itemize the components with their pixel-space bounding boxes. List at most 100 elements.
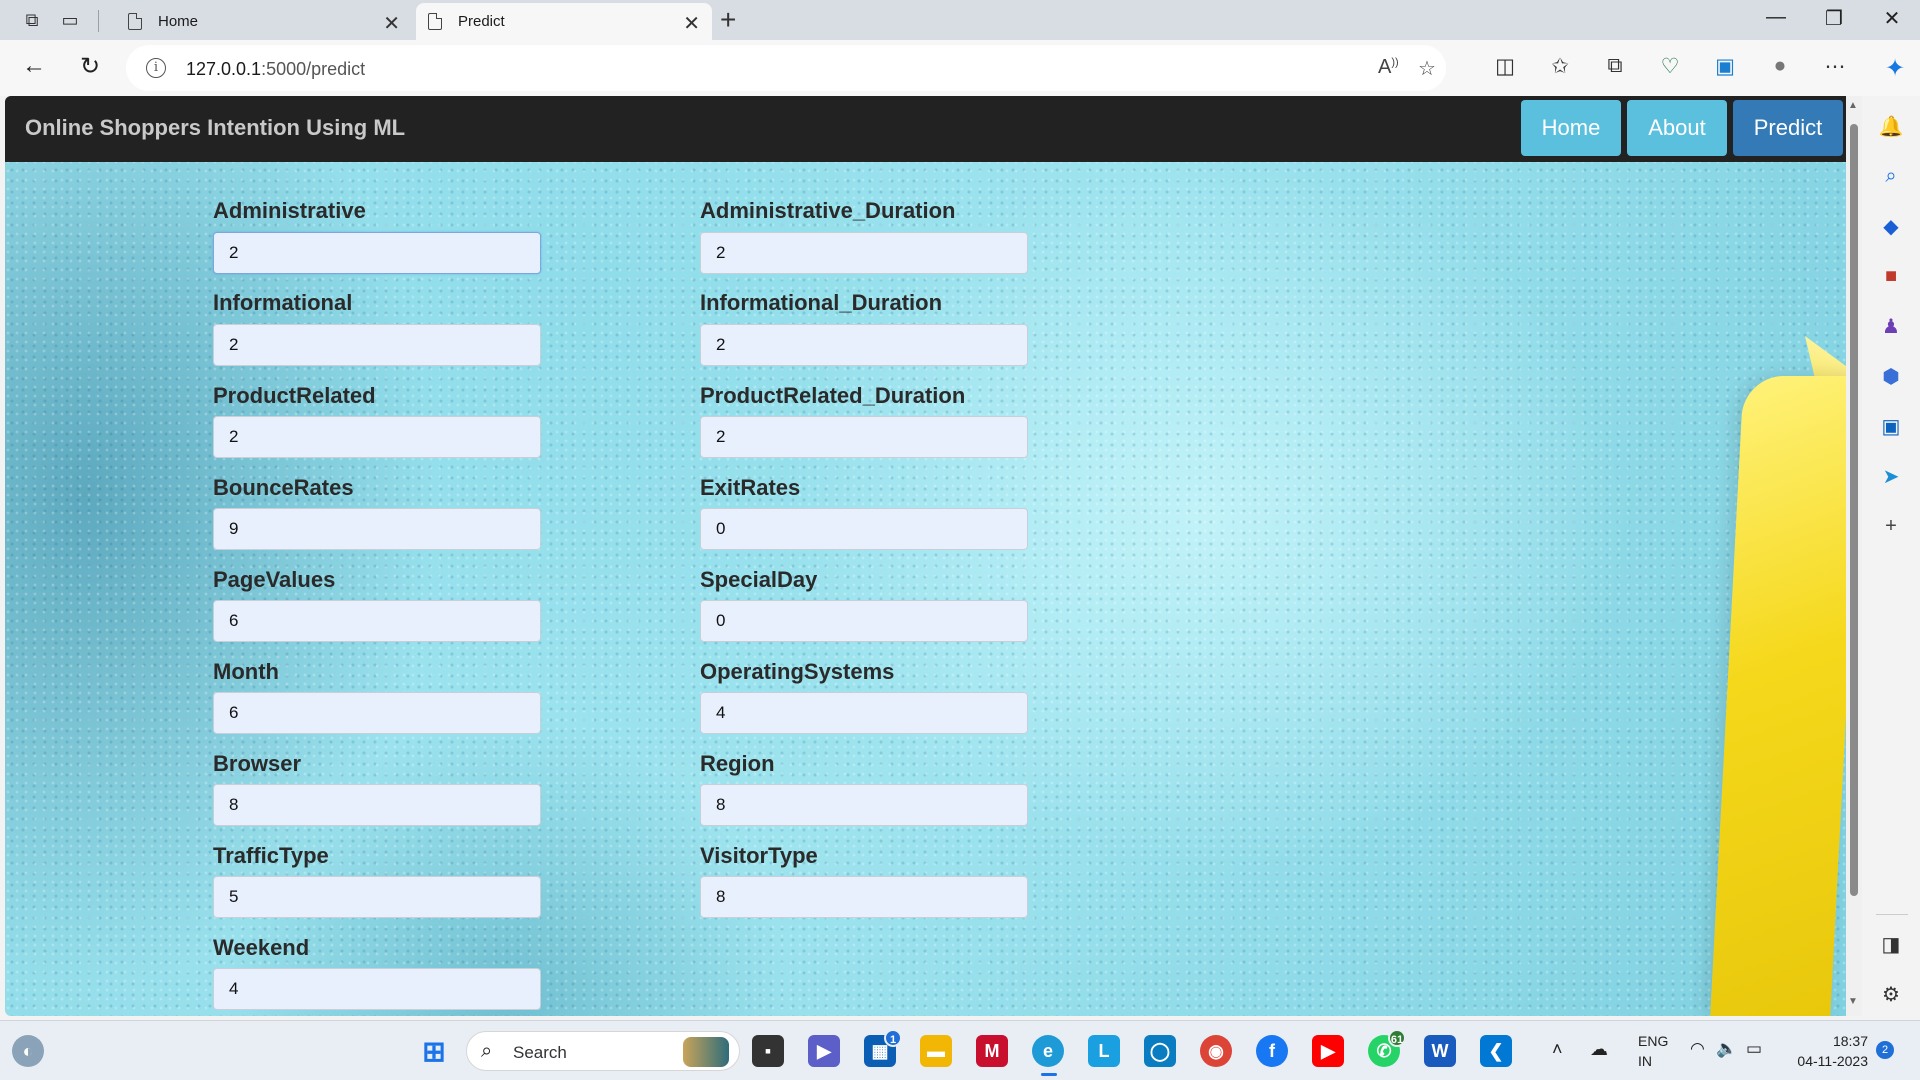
weekend-input[interactable] (213, 968, 541, 1010)
battery-icon[interactable]: ▭ (1746, 1039, 1762, 1059)
label-browser: Browser (213, 751, 302, 776)
restore-button[interactable]: ❐ (1814, 6, 1854, 31)
administrative-duration-input[interactable] (700, 232, 1028, 274)
label-region: Region (700, 751, 775, 776)
clock[interactable]: 18:37 04-11-2023 (1786, 1033, 1868, 1069)
weather-icon[interactable]: ◐ (12, 1035, 44, 1067)
label-productrelated: ProductRelated (213, 383, 376, 408)
label-bouncerates: BounceRates (213, 475, 354, 500)
edge-icon[interactable]: e (1032, 1035, 1064, 1067)
page-icon (128, 13, 142, 30)
nav-home-button[interactable]: Home (1521, 100, 1621, 156)
scroll-down-arrow-icon[interactable]: ▼ (1848, 996, 1858, 1007)
copilot-icon[interactable]: ✦ (1880, 54, 1910, 83)
favorite-star-icon[interactable]: ☆ (1418, 56, 1436, 81)
administrative-input[interactable] (213, 232, 541, 274)
label-pagevalues: PageValues (213, 567, 336, 592)
search-icon[interactable]: ⌕ (1879, 164, 1903, 188)
search-highlight-image (683, 1037, 729, 1067)
informational-input[interactable] (213, 324, 541, 366)
workspaces-icon[interactable]: ⧉ (18, 6, 46, 34)
label-specialday: SpecialDay (700, 567, 818, 592)
label-productrelated-duration: ProductRelated_Duration (700, 383, 966, 408)
file-explorer-icon[interactable]: ▬ (920, 1035, 952, 1067)
add-icon[interactable]: + (1879, 514, 1903, 538)
site-info-icon[interactable]: i (146, 58, 166, 78)
label-exitrates: ExitRates (700, 475, 801, 500)
youtube-icon[interactable]: ▶ (1312, 1035, 1344, 1067)
region-input[interactable] (700, 784, 1028, 826)
scroll-up-arrow-icon[interactable]: ▲ (1848, 100, 1858, 111)
url-text[interactable]: 127.0.0.1:5000/predict (186, 59, 365, 80)
chevron-up-icon[interactable]: ˄ (1552, 1039, 1563, 1060)
tab-actions-icon[interactable]: ▭ (56, 6, 84, 34)
windows-start-icon[interactable]: ⊞ (418, 1035, 450, 1067)
nav-predict-button[interactable]: Predict (1733, 100, 1843, 156)
whatsapp-icon[interactable]: ✆ 61 (1368, 1029, 1406, 1067)
tab-home[interactable]: Home ✕ (116, 3, 412, 40)
hide-sidebar-icon[interactable]: ◨ (1879, 932, 1903, 956)
page-icon (428, 13, 442, 30)
refresh-icon[interactable]: ↻ (74, 52, 106, 81)
l-app-icon[interactable]: L (1088, 1035, 1120, 1067)
new-tab-button[interactable]: + (720, 4, 736, 36)
profile-icon[interactable]: ● (1765, 54, 1795, 78)
shopping-tag-icon[interactable]: ◆ (1879, 214, 1903, 238)
month-input[interactable] (213, 692, 541, 734)
tab-title: Predict (458, 13, 505, 30)
exitrates-input[interactable] (700, 508, 1028, 550)
specialday-input[interactable] (700, 600, 1028, 642)
page-scrollbar[interactable]: ▲ ▼ (1846, 96, 1862, 1016)
scrollbar-thumb[interactable] (1850, 124, 1858, 896)
back-arrow-icon[interactable]: ← (18, 52, 50, 80)
bouncerates-input[interactable] (213, 508, 541, 550)
microsoft-365-icon[interactable]: ⬢ (1879, 364, 1903, 388)
teams-icon[interactable]: ▶ (808, 1035, 840, 1067)
word-icon[interactable]: W (1424, 1035, 1456, 1067)
visitortype-input[interactable] (700, 876, 1028, 918)
browser-essentials-icon[interactable]: ♡ (1655, 54, 1685, 79)
chrome-icon[interactable]: ◉ (1200, 1035, 1232, 1067)
send-icon[interactable]: ➤ (1879, 464, 1903, 488)
store-icon[interactable]: ▦ 1 (864, 1029, 902, 1067)
browser-input[interactable] (213, 784, 541, 826)
nav-about-button[interactable]: About (1627, 100, 1727, 156)
read-aloud-icon[interactable]: A)) (1378, 56, 1399, 79)
close-window-button[interactable]: ✕ (1872, 6, 1912, 31)
informational-duration-input[interactable] (700, 324, 1028, 366)
tab-predict[interactable]: Predict ✕ (416, 3, 712, 40)
taskbar-search[interactable]: ⌕ Search (466, 1031, 740, 1071)
close-tab-icon[interactable]: ✕ (683, 11, 700, 36)
notification-badge[interactable]: 2 (1876, 1041, 1894, 1059)
edge-extension-icon[interactable]: ▣ (1710, 54, 1740, 79)
wifi-icon[interactable]: ◠ (1690, 1039, 1705, 1059)
task-view-icon[interactable]: ▪ (752, 1035, 784, 1067)
bell-icon[interactable]: 🔔 (1879, 114, 1904, 138)
volume-icon[interactable]: 🔈 (1716, 1039, 1737, 1059)
operatingsystems-input[interactable] (700, 692, 1028, 734)
onedrive-cloud-icon[interactable]: ☁ (1590, 1039, 1608, 1060)
favorites-icon[interactable]: ✩ (1545, 54, 1575, 79)
page-viewport: Online Shoppers Intention Using ML Home … (5, 96, 1846, 1016)
address-bar[interactable]: i 127.0.0.1:5000/predict A)) ☆ (126, 45, 1446, 91)
more-menu-icon[interactable]: ⋯ (1820, 54, 1850, 79)
minimize-button[interactable]: — (1756, 6, 1796, 29)
language-indicator[interactable]: ENG IN (1638, 1033, 1668, 1069)
gear-icon[interactable]: ⚙ (1879, 982, 1903, 1006)
close-tab-icon[interactable]: ✕ (383, 11, 400, 36)
games-icon[interactable]: ♟ (1879, 314, 1903, 338)
productrelated-duration-input[interactable] (700, 416, 1028, 458)
collections-icon[interactable]: ⧉ (1600, 54, 1630, 78)
search-icon: ⌕ (481, 1040, 493, 1062)
outlook-icon[interactable]: ▣ (1879, 414, 1903, 438)
vscode-icon[interactable]: ❮ (1480, 1035, 1512, 1067)
productrelated-input[interactable] (213, 416, 541, 458)
site-brand[interactable]: Online Shoppers Intention Using ML (25, 115, 405, 141)
cortana-icon[interactable]: ◯ (1144, 1035, 1176, 1067)
pagevalues-input[interactable] (213, 600, 541, 642)
facebook-icon[interactable]: f (1256, 1035, 1288, 1067)
traffictype-input[interactable] (213, 876, 541, 918)
mcafee-icon[interactable]: M (976, 1035, 1008, 1067)
split-screen-icon[interactable]: ◫ (1490, 54, 1520, 79)
toolbox-icon[interactable]: ■ (1879, 264, 1903, 288)
